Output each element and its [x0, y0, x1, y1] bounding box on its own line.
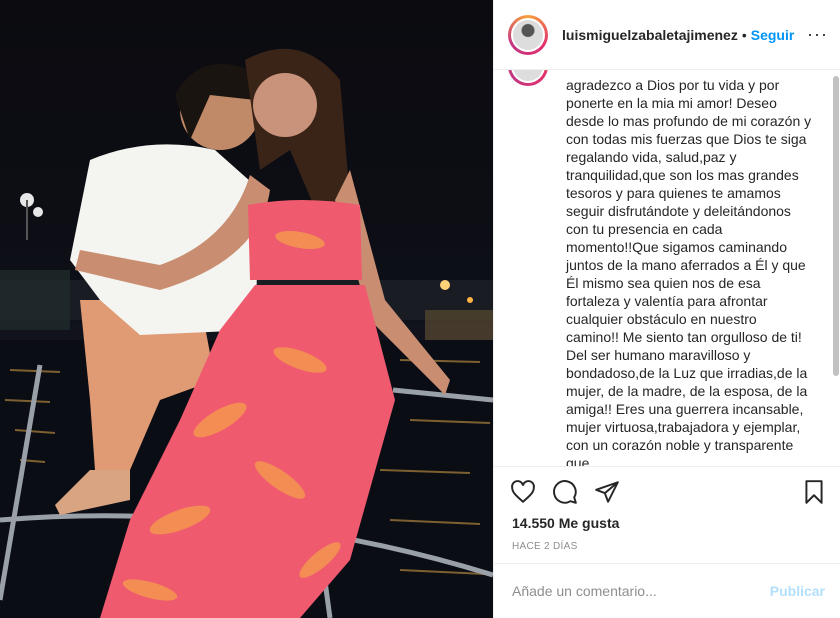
avatar[interactable]: [508, 14, 548, 55]
more-options-icon[interactable]: ···: [807, 24, 828, 45]
post-actions: 14.550 Me gusta HACE 2 DÍAS Publicar: [494, 466, 840, 616]
post-sidebar: luismiguelzabaletajimenez • Seguir ··· a…: [493, 0, 840, 618]
likes-count[interactable]: 14.550 Me gusta: [512, 515, 619, 531]
comment-bar: Publicar: [494, 563, 840, 617]
avatar-image: [513, 19, 543, 50]
publish-button[interactable]: Publicar: [770, 583, 825, 599]
comment-input[interactable]: [510, 581, 770, 600]
caption-text: agradezco a Dios por tu vida y por poner…: [566, 77, 812, 466]
separator-dot: •: [741, 26, 747, 43]
caption-scrollbar[interactable]: [833, 76, 839, 376]
caption-avatar[interactable]: [508, 70, 548, 86]
comment-icon[interactable]: [552, 479, 578, 505]
share-icon[interactable]: [594, 479, 620, 505]
couple-photo-illustration: [0, 48, 493, 618]
post-photo: [0, 0, 493, 618]
post-date[interactable]: HACE 2 DÍAS: [512, 541, 578, 552]
heart-icon[interactable]: [510, 479, 536, 505]
follow-button[interactable]: Seguir: [751, 27, 795, 43]
post-header: luismiguelzabaletajimenez • Seguir ···: [494, 0, 840, 70]
bookmark-icon[interactable]: [801, 479, 827, 505]
caption-area[interactable]: agradezco a Dios por tu vida y por poner…: [494, 70, 840, 466]
username-link[interactable]: luismiguelzabaletajimenez: [562, 27, 738, 43]
